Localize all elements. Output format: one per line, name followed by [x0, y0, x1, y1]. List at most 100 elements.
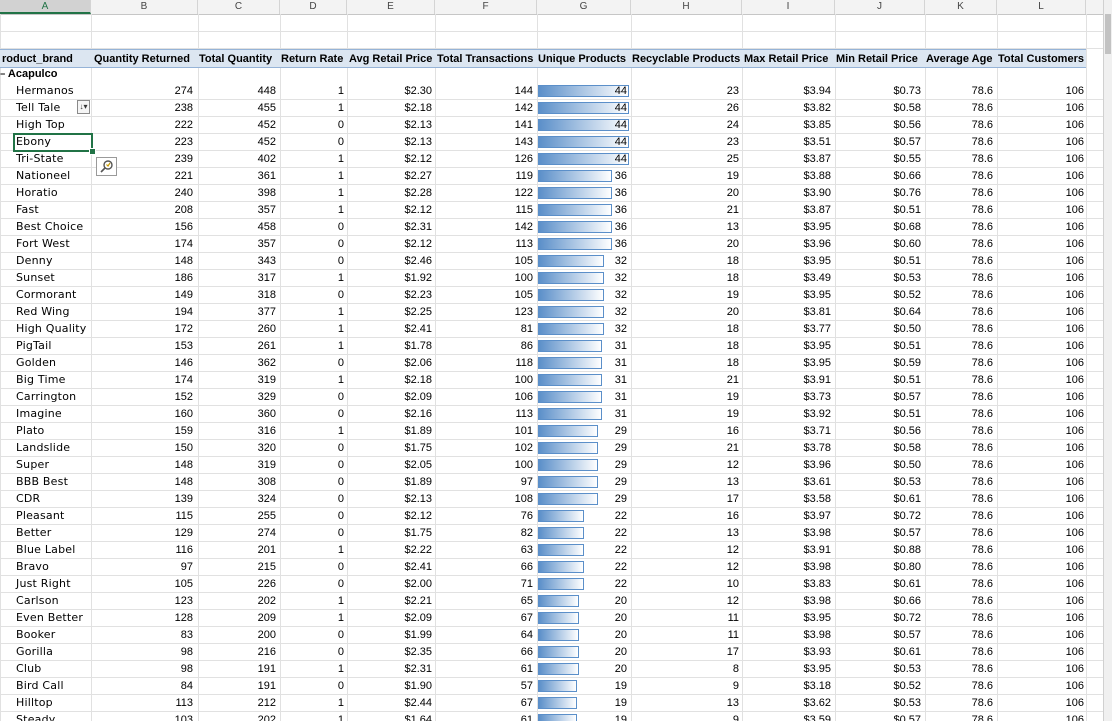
cell-recyclable-products[interactable]: 20 [727, 236, 739, 252]
cell-min-retail-price[interactable]: $0.51 [893, 372, 921, 388]
cell-max-retail-price[interactable]: $3.95 [803, 355, 831, 371]
cell-average-age[interactable]: 78.6 [972, 661, 993, 677]
cell-brand[interactable]: Landslide [16, 440, 70, 456]
cell-min-retail-price[interactable]: $0.56 [893, 117, 921, 133]
cell-brand[interactable]: Nationeel [16, 168, 70, 184]
cell-avg-retail-price[interactable]: $2.09 [404, 389, 432, 405]
cell-total-quantity[interactable]: 320 [258, 440, 276, 456]
cell-total-transactions[interactable]: 115 [515, 202, 533, 218]
cell-max-retail-price[interactable]: $3.73 [803, 389, 831, 405]
cell-total-transactions[interactable]: 122 [515, 185, 533, 201]
filter-sort-icon[interactable]: ↓▾ [77, 100, 90, 114]
cell-recyclable-products[interactable]: 13 [727, 695, 739, 711]
cell-brand[interactable]: High Top [16, 117, 65, 133]
cell-total-quantity[interactable]: 191 [258, 678, 276, 694]
header-max-retail-price[interactable]: Max Retail Price [744, 51, 828, 67]
cell-total-quantity[interactable]: 308 [258, 474, 276, 490]
cell-brand[interactable]: Big Time [16, 372, 66, 388]
cell-brand[interactable]: Best Choice [16, 219, 83, 235]
cell-unique-products[interactable]: 29 [615, 491, 627, 507]
cell-brand[interactable]: Just Right [16, 576, 71, 592]
cell-quantity-returned[interactable]: 160 [175, 406, 193, 422]
cell-quantity-returned[interactable]: 186 [175, 270, 193, 286]
cell-total-customers[interactable]: 106 [1066, 117, 1084, 133]
cell-min-retail-price[interactable]: $0.57 [893, 525, 921, 541]
cell-total-customers[interactable]: 106 [1066, 338, 1084, 354]
cell-total-transactions[interactable]: 100 [515, 270, 533, 286]
cell-total-quantity[interactable]: 357 [258, 236, 276, 252]
cell-unique-products[interactable]: 31 [615, 338, 627, 354]
cell-average-age[interactable]: 78.6 [972, 610, 993, 626]
cell-total-quantity[interactable]: 317 [258, 270, 276, 286]
cell-quantity-returned[interactable]: 240 [175, 185, 193, 201]
cell-min-retail-price[interactable]: $0.55 [893, 151, 921, 167]
cell-return-rate[interactable]: 0 [338, 440, 344, 456]
cell-average-age[interactable]: 78.6 [972, 168, 993, 184]
spreadsheet-grid[interactable]: ABCDEFGHIJKL roduct_brand ↓▾ Quantity Re… [0, 0, 1104, 721]
cell-recyclable-products[interactable]: 26 [727, 100, 739, 116]
cell-total-customers[interactable]: 106 [1066, 304, 1084, 320]
cell-total-transactions[interactable]: 66 [521, 644, 533, 660]
cell-total-quantity[interactable]: 452 [258, 117, 276, 133]
cell-brand[interactable]: Red Wing [16, 304, 70, 320]
cell-min-retail-price[interactable]: $0.50 [893, 457, 921, 473]
cell-total-transactions[interactable]: 144 [515, 83, 533, 99]
cell-return-rate[interactable]: 0 [338, 406, 344, 422]
cell-brand[interactable]: Carrington [16, 389, 76, 405]
cell-total-transactions[interactable]: 142 [515, 219, 533, 235]
cell-total-quantity[interactable]: 216 [258, 644, 276, 660]
cell-return-rate[interactable]: 0 [338, 253, 344, 269]
cell-return-rate[interactable]: 0 [338, 678, 344, 694]
cell-recyclable-products[interactable]: 12 [727, 593, 739, 609]
cell-return-rate[interactable]: 1 [338, 695, 344, 711]
cell-total-transactions[interactable]: 105 [515, 287, 533, 303]
cell-recyclable-products[interactable]: 21 [727, 372, 739, 388]
cell-brand[interactable]: Blue Label [16, 542, 76, 558]
cell-unique-products[interactable]: 29 [615, 457, 627, 473]
cell-total-customers[interactable]: 106 [1066, 151, 1084, 167]
cell-recyclable-products[interactable]: 19 [727, 389, 739, 405]
cell-quantity-returned[interactable]: 148 [175, 457, 193, 473]
cell-min-retail-price[interactable]: $0.56 [893, 423, 921, 439]
cell-recyclable-products[interactable]: 17 [727, 644, 739, 660]
cell-quantity-returned[interactable]: 150 [175, 440, 193, 456]
cell-total-customers[interactable]: 106 [1066, 559, 1084, 575]
cell-unique-products[interactable]: 19 [615, 695, 627, 711]
cell-unique-products[interactable]: 44 [615, 83, 627, 99]
cell-max-retail-price[interactable]: $3.81 [803, 304, 831, 320]
cell-return-rate[interactable]: 1 [338, 168, 344, 184]
cell-avg-retail-price[interactable]: $2.13 [404, 491, 432, 507]
cell-total-customers[interactable]: 106 [1066, 593, 1084, 609]
cell-recyclable-products[interactable]: 24 [727, 117, 739, 133]
column-header-c[interactable]: C [198, 0, 280, 14]
cell-unique-products[interactable]: 31 [615, 372, 627, 388]
column-header-j[interactable]: J [835, 0, 925, 14]
cell-min-retail-price[interactable]: $0.53 [893, 474, 921, 490]
cell-recyclable-products[interactable]: 21 [727, 440, 739, 456]
cell-total-quantity[interactable]: 191 [258, 661, 276, 677]
cell-total-transactions[interactable]: 97 [521, 474, 533, 490]
cell-average-age[interactable]: 78.6 [972, 593, 993, 609]
cell-avg-retail-price[interactable]: $2.41 [404, 321, 432, 337]
cell-total-customers[interactable]: 106 [1066, 287, 1084, 303]
cell-total-quantity[interactable]: 319 [258, 372, 276, 388]
cell-unique-products[interactable]: 19 [615, 712, 627, 721]
cell-average-age[interactable]: 78.6 [972, 100, 993, 116]
cell-return-rate[interactable]: 1 [338, 270, 344, 286]
cell-avg-retail-price[interactable]: $2.13 [404, 134, 432, 150]
cell-quantity-returned[interactable]: 105 [175, 576, 193, 592]
cell-total-customers[interactable]: 106 [1066, 576, 1084, 592]
cell-min-retail-price[interactable]: $0.51 [893, 338, 921, 354]
cell-unique-products[interactable]: 31 [615, 406, 627, 422]
cell-quantity-returned[interactable]: 159 [175, 423, 193, 439]
cell-total-transactions[interactable]: 113 [515, 236, 533, 252]
header-total-quantity[interactable]: Total Quantity [199, 51, 272, 67]
cell-brand[interactable]: Imagine [16, 406, 62, 422]
cell-average-age[interactable]: 78.6 [972, 83, 993, 99]
cell-unique-products[interactable]: 19 [615, 678, 627, 694]
cell-average-age[interactable]: 78.6 [972, 712, 993, 721]
cell-recyclable-products[interactable]: 21 [727, 202, 739, 218]
cell-total-transactions[interactable]: 123 [515, 304, 533, 320]
cell-unique-products[interactable]: 22 [615, 576, 627, 592]
cell-return-rate[interactable]: 1 [338, 304, 344, 320]
